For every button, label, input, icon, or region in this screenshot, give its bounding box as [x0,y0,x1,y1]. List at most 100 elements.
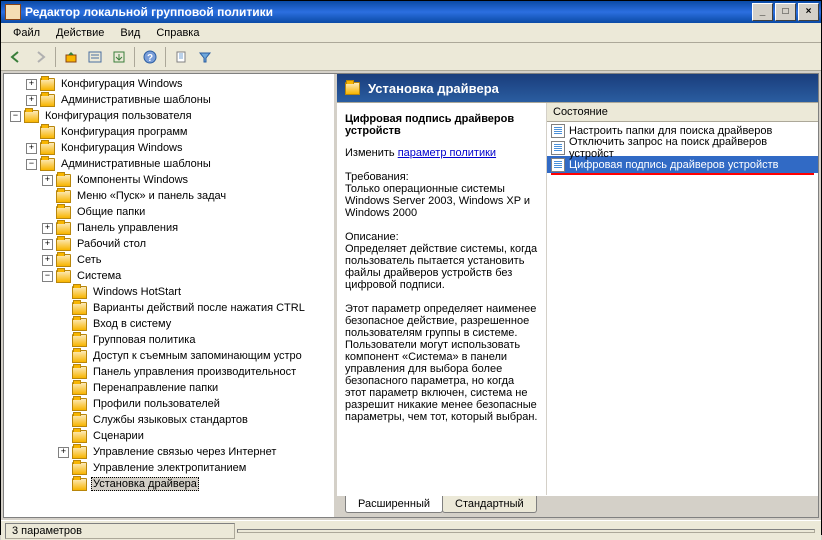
properties-button[interactable] [170,46,192,68]
folder-icon [345,82,360,95]
folder-icon [72,462,87,475]
export-button[interactable] [108,46,130,68]
tree-node[interactable]: Рабочий стол [75,238,148,250]
folder-icon [40,78,55,91]
change-label: Изменить [345,147,395,159]
expand-icon[interactable]: + [26,79,37,90]
expand-icon[interactable]: + [58,447,69,458]
collapse-icon[interactable]: − [10,111,21,122]
expand-icon[interactable]: + [26,95,37,106]
policy-title: Цифровая подпись драйверов устройств [345,113,538,137]
menu-help[interactable]: Справка [148,25,207,41]
back-button[interactable] [5,46,27,68]
tree-node[interactable]: Сеть [75,254,103,266]
menu-action[interactable]: Действие [48,25,112,41]
expand-icon[interactable]: + [42,255,53,266]
folder-icon [72,382,87,395]
tab-extended[interactable]: Расширенный [345,496,443,513]
tree-node[interactable]: Конфигурация Windows [59,142,185,154]
tree-node[interactable]: Общие папки [75,206,147,218]
tree-node[interactable]: Конфигурация программ [59,126,189,138]
tree-node[interactable]: Сценарии [91,430,146,442]
folder-icon [40,126,55,139]
tree-node[interactable]: Доступ к съемным запоминающим устро [91,350,304,362]
svg-text:?: ? [147,53,153,64]
menu-view[interactable]: Вид [112,25,148,41]
tree-pane[interactable]: + Конфигурация Windows + Административные … [4,74,337,517]
collapse-icon[interactable]: − [26,159,37,170]
description-pane: Цифровая подпись драйверов устройств Изм… [337,103,547,495]
requirements-text: Только операционные системы Windows Serv… [345,183,538,219]
list-button[interactable] [84,46,106,68]
minimize-button[interactable]: _ [752,3,773,21]
expand-icon[interactable]: + [42,175,53,186]
menu-file[interactable]: Файл [5,25,48,41]
folder-icon [24,110,39,123]
folder-icon [72,286,87,299]
folder-icon [56,190,71,203]
tree-node[interactable]: Меню «Пуск» и панель задач [75,190,228,202]
folder-icon [56,174,71,187]
up-button[interactable] [60,46,82,68]
folder-icon [56,206,71,219]
tree-node[interactable]: Панель управления [75,222,180,234]
list-item[interactable]: Отключить запрос на поиск драйверов устр… [547,139,818,156]
settings-list[interactable]: Состояние Настроить папки для поиска дра… [547,103,818,495]
menu-bar: Файл Действие Вид Справка [1,23,821,43]
forward-button[interactable] [29,46,51,68]
expand-icon[interactable]: + [42,239,53,250]
tree-node[interactable]: Панель управления производительност [91,366,298,378]
tree-node[interactable]: Административные шаблоны [59,94,213,106]
filter-button[interactable] [194,46,216,68]
folder-icon [56,254,71,267]
requirements-label: Требования: [345,171,538,183]
toolbar: ? [1,43,821,71]
tree-node[interactable]: Конфигурация пользователя [43,110,194,122]
tree-node[interactable]: Групповая политика [91,334,197,346]
folder-icon [40,158,55,171]
list-header-state[interactable]: Состояние [547,103,818,122]
folder-icon [72,478,87,491]
status-text: 3 параметров [5,523,235,539]
tree-node-selected[interactable]: Установка драйвера [91,477,199,491]
description-text-2: Этот параметр определяет наименее безопа… [345,303,538,423]
close-button[interactable]: × [798,3,819,21]
detail-pane: Установка драйвера Цифровая подпись драй… [337,74,818,517]
tree-node[interactable]: Перенаправление папки [91,382,220,394]
tree-node[interactable]: Управление электропитанием [91,462,248,474]
folder-icon [56,238,71,251]
title-bar: Редактор локальной групповой политики _ … [1,1,821,23]
maximize-button[interactable]: □ [775,3,796,21]
tree-node[interactable]: Вход в систему [91,318,173,330]
tree-node[interactable]: Система [75,270,123,282]
app-icon [5,4,21,20]
help-button[interactable]: ? [139,46,161,68]
expand-icon[interactable]: + [26,143,37,154]
collapse-icon[interactable]: − [42,271,53,282]
tree-node[interactable]: Компоненты Windows [75,174,190,186]
tree-node[interactable]: Варианты действий после нажатия CTRL [91,302,307,314]
description-text-1: Определяет действие системы, когда польз… [345,243,538,291]
setting-icon [551,158,565,172]
detail-header-title: Установка драйвера [368,81,499,96]
description-label: Описание: [345,231,538,243]
folder-icon [72,302,87,315]
folder-icon [72,414,87,427]
tree-node[interactable]: Профили пользователей [91,398,222,410]
tabs: Расширенный Стандартный [337,495,818,517]
folder-icon [72,430,87,443]
tree-node[interactable]: Windows HotStart [91,286,183,298]
detail-header: Установка драйвера [337,74,818,102]
folder-icon [56,222,71,235]
status-cell [237,529,815,533]
expand-icon[interactable]: + [42,223,53,234]
parameter-link[interactable]: параметр политики [398,147,496,159]
tree-node[interactable]: Службы языковых стандартов [91,414,250,426]
list-item-selected[interactable]: Цифровая подпись драйверов устройств [547,156,818,173]
tree-node[interactable]: Конфигурация Windows [59,78,185,90]
window-title: Редактор локальной групповой политики [25,5,273,19]
tab-standard[interactable]: Стандартный [442,496,537,513]
tree-node[interactable]: Управление связью через Интернет [91,446,278,458]
tree-node[interactable]: Административные шаблоны [59,158,213,170]
folder-icon [40,142,55,155]
